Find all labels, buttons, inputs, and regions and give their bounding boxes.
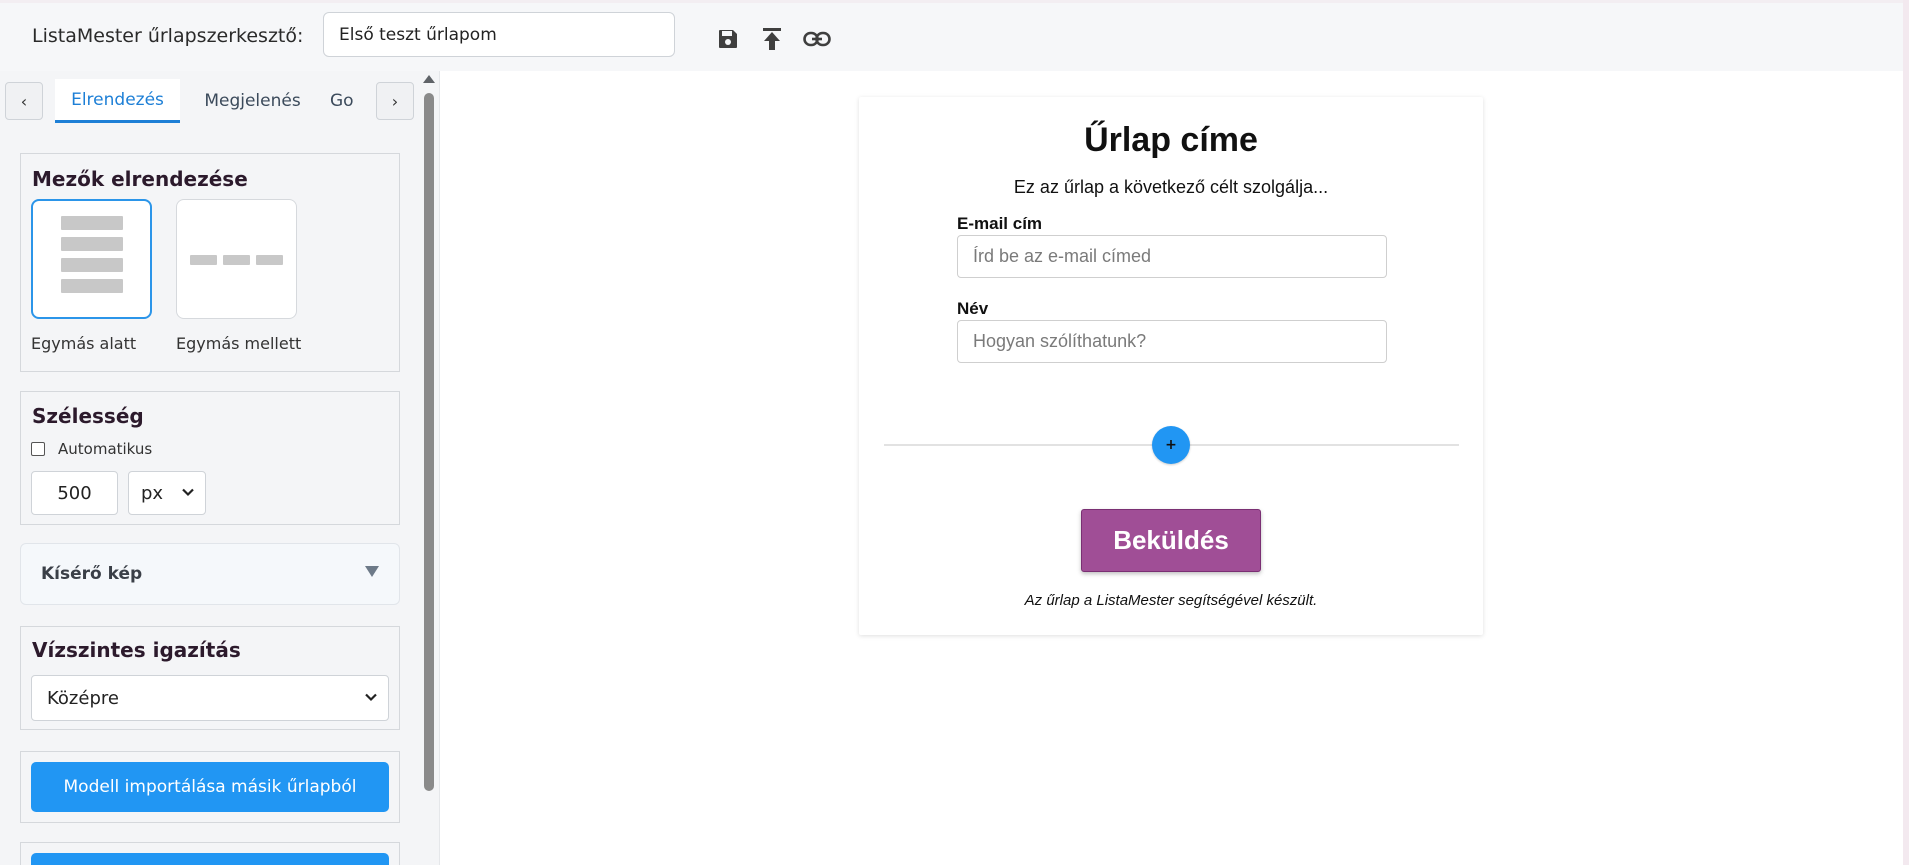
add-field-button[interactable]: + <box>1152 426 1190 464</box>
email-field[interactable] <box>957 235 1387 278</box>
width-unit-select[interactable]: px <box>128 471 206 515</box>
form-description[interactable]: Ez az űrlap a következő célt szolgálja..… <box>859 177 1483 198</box>
form-title[interactable]: Űrlap címe <box>859 121 1483 160</box>
accompanying-image-label: Kísérő kép <box>41 564 143 584</box>
email-field-label: E-mail cím <box>957 214 1043 233</box>
app-title: ListaMester űrlapszerkesztő: <box>32 25 304 47</box>
sidebar-scrollbar[interactable] <box>419 71 440 865</box>
auto-width-checkbox[interactable] <box>31 442 45 456</box>
layout-option-inline[interactable] <box>176 199 297 319</box>
save-icon[interactable] <box>714 25 742 53</box>
width-title: Szélesség <box>32 404 144 428</box>
top-bar: ListaMester űrlapszerkesztő: <box>0 0 1903 72</box>
auto-width-label: Automatikus <box>58 440 153 458</box>
link-icon[interactable] <box>803 25 831 53</box>
field-layout-panel: Mezők elrendezése Egymás alatt Egymás me… <box>20 153 400 372</box>
tab-partial[interactable]: Go <box>330 79 376 123</box>
layout-option-stacked[interactable] <box>31 199 152 319</box>
cut-off-button[interactable] <box>31 853 389 865</box>
tab-next-button[interactable]: › <box>376 82 414 120</box>
width-unit-value: px <box>141 482 164 504</box>
scroll-thumb[interactable] <box>424 93 434 791</box>
field-layout-title: Mezők elrendezése <box>32 167 248 191</box>
expand-triangle-icon <box>365 566 379 577</box>
next-panel <box>20 842 400 865</box>
horizontal-alignment-title: Vízszintes igazítás <box>32 638 241 662</box>
width-panel: Szélesség Automatikus px <box>20 391 400 525</box>
accompanying-image-accordion[interactable]: Kísérő kép <box>20 543 400 605</box>
form-preview: Űrlap címe Ez az űrlap a következő célt … <box>859 97 1483 635</box>
chevron-down-icon <box>182 488 194 497</box>
horizontal-alignment-panel: Vízszintes igazítás Középre <box>20 626 400 730</box>
submit-button[interactable]: Beküldés <box>1081 509 1261 572</box>
import-panel: Modell importálása másik űrlapból <box>20 751 400 823</box>
tab-layout[interactable]: Elrendezés <box>55 79 180 123</box>
layout-option-stacked-label: Egymás alatt <box>31 334 137 353</box>
layout-option-inline-label: Egymás mellett <box>176 334 302 353</box>
horizontal-alignment-value: Középre <box>47 687 119 709</box>
tab-appearance[interactable]: Megjelenés <box>190 79 315 123</box>
form-credit: Az űrlap a ListaMester segítségével kész… <box>1024 592 1318 609</box>
name-field[interactable] <box>957 320 1387 363</box>
scroll-up-icon[interactable] <box>423 75 435 83</box>
settings-sidebar: ‹ Elrendezés Megjelenés Go › Mezők elren… <box>0 71 420 865</box>
form-name-input[interactable] <box>323 12 675 57</box>
chevron-down-icon <box>365 693 377 702</box>
window-edge <box>1903 0 1909 865</box>
import-model-button[interactable]: Modell importálása másik űrlapból <box>31 762 389 812</box>
horizontal-alignment-select[interactable]: Középre <box>31 675 389 721</box>
width-value-input[interactable] <box>31 471 118 515</box>
name-field-label: Név <box>957 299 989 318</box>
tab-prev-button[interactable]: ‹ <box>5 82 43 120</box>
upload-icon[interactable] <box>758 25 786 53</box>
